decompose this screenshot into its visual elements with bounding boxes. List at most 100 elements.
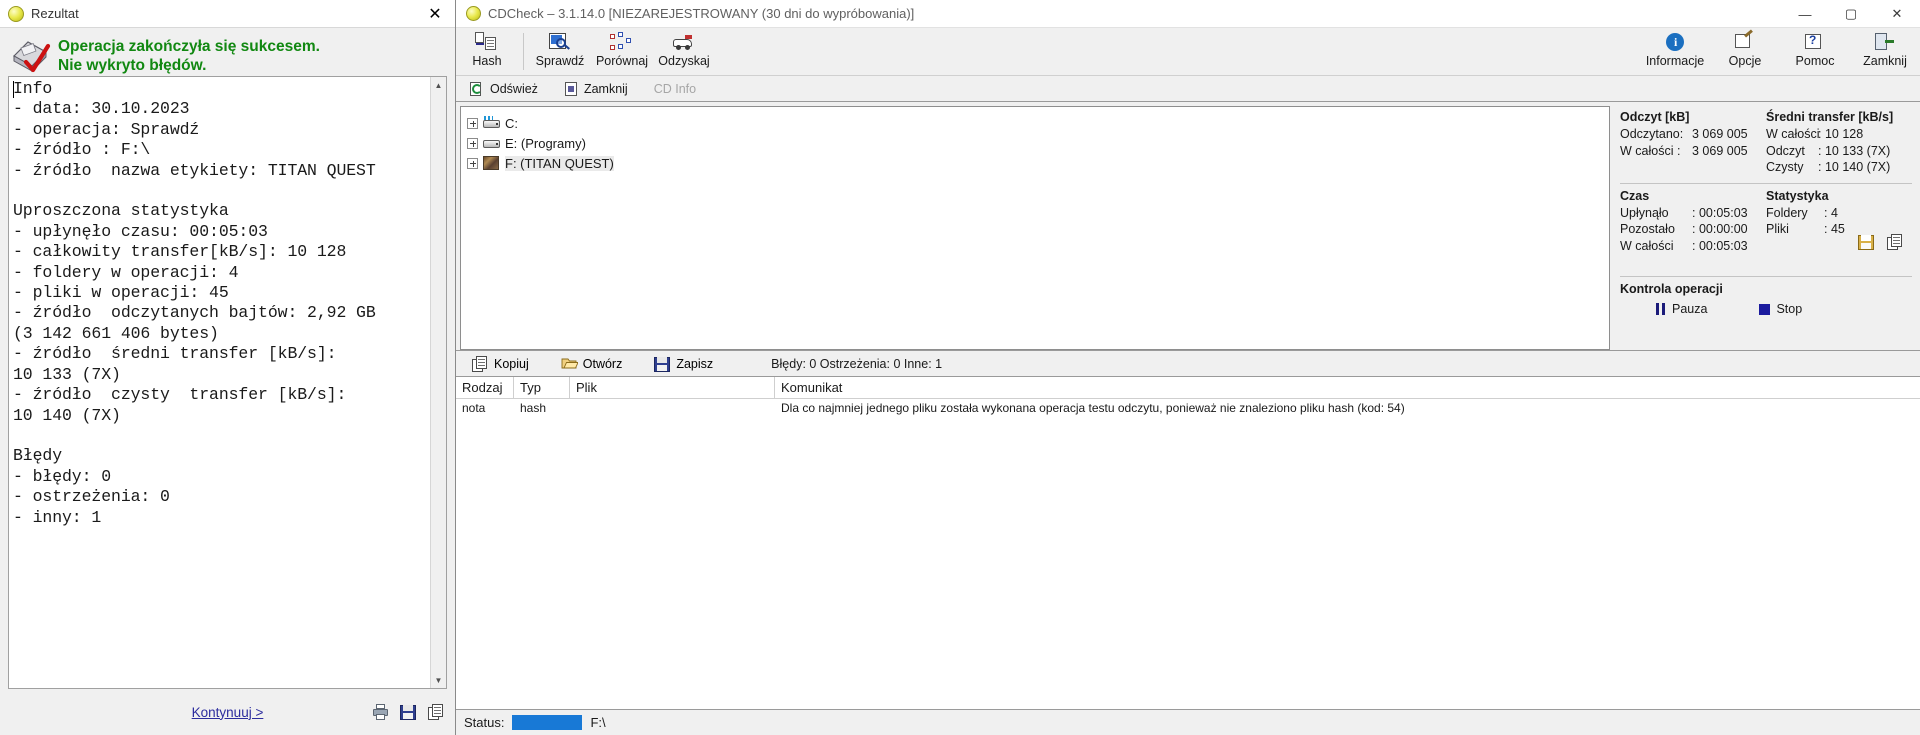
options-button[interactable]: Opcje [1710, 28, 1780, 76]
result-window-titlebar: Rezultat ✕ [0, 0, 455, 28]
scroll-up-icon[interactable]: ▲ [431, 77, 447, 93]
close-icon[interactable]: ✕ [1874, 0, 1920, 28]
result-text-scrollbar[interactable]: ▲ ▼ [430, 77, 446, 688]
cd-info-button[interactable]: CD Info [654, 82, 696, 96]
pause-button-label: Pauza [1672, 302, 1708, 316]
stop-button-label: Stop [1776, 302, 1803, 316]
refresh-button[interactable]: Odśwież [470, 81, 538, 96]
read-stats-value: 3 069 005 [1692, 143, 1748, 158]
help-button-label: Pomoc [1795, 54, 1835, 68]
close-tray-button[interactable]: Zamknij [564, 81, 628, 96]
transfer-stats-header: Średni transfer [kB/s] [1766, 110, 1894, 124]
result-footer-icons [372, 704, 445, 720]
column-header-rodzaj[interactable]: Rodzaj [456, 377, 514, 398]
recover-button[interactable]: Odzyskaj [653, 28, 715, 75]
time-stats: Czas Upłynąło : 00:05:03 Pozostało : 00:… [1620, 189, 1766, 255]
log-table-header: Rodzaj Typ Plik Komunikat [456, 377, 1920, 399]
main-toolbar: Hash Sprawdź Porównaj Odzyskaj i Informa… [456, 28, 1920, 76]
cdcheck-titlebar: CDCheck – 3.1.14.0 [NIEZAREJESTROWANY (3… [456, 0, 1920, 28]
text-caret [13, 81, 14, 98]
log-toolbar: Kopiuj Otwórz Zapisz Błędy: 0 Ostrzeżeni… [456, 350, 1920, 376]
ambulance-icon [672, 32, 696, 53]
expand-icon[interactable] [467, 137, 478, 149]
log-copy-button[interactable]: Kopiuj [472, 355, 529, 372]
transfer-stats-row: W całości : 10 128 [1766, 126, 1912, 143]
stop-button[interactable]: Stop [1759, 302, 1802, 316]
scroll-down-icon[interactable]: ▼ [431, 672, 447, 688]
hdd-icon [483, 136, 500, 150]
result-footer: Kontynuuj > [0, 689, 455, 735]
time-stats-value: : 00:00:00 [1692, 222, 1748, 236]
column-header-plik[interactable]: Plik [570, 377, 775, 398]
cd-image-icon [483, 156, 500, 170]
file-stats-row: Foldery : 4 [1766, 205, 1912, 222]
cdcheck-window-title: CDCheck – 3.1.14.0 [NIEZAREJESTROWANY (3… [488, 6, 915, 21]
eject-close-icon [564, 81, 579, 96]
time-stats-header: Czas [1620, 188, 1650, 203]
table-row[interactable]: nota hash Dla co najmniej jednego pliku … [456, 399, 1920, 418]
check-button-label: Sprawdź [535, 54, 585, 68]
maximize-icon[interactable]: ▢ [1828, 0, 1874, 28]
tree-item-e[interactable]: E: (Programy) [467, 133, 1609, 153]
control-header: Kontrola operacji [1620, 282, 1723, 296]
read-stats-row: Odczytano: 3 069 005 [1620, 126, 1766, 143]
save-icon[interactable] [400, 704, 417, 720]
hash-button-label: Hash [472, 54, 502, 68]
help-question-icon: ? [1803, 32, 1827, 53]
copy-icon[interactable] [428, 704, 445, 720]
log-copy-button-label: Kopiuj [494, 356, 529, 371]
status-bar: Status: F:\ [456, 709, 1920, 735]
info-circle-icon: i [1663, 32, 1687, 53]
print-icon[interactable] [372, 704, 389, 720]
tree-item-e-label: E: (Programy) [505, 135, 586, 151]
result-report-text[interactable]: Info - data: 30.10.2023 - operacja: Spra… [9, 77, 430, 688]
read-stats-key: W całości : [1620, 143, 1681, 158]
result-window: Rezultat ✕ Operacja zakończyła się sukce… [0, 0, 456, 735]
transfer-stats-key: Czysty [1766, 160, 1804, 174]
progress-bar [512, 715, 583, 730]
options-pencil-icon [1733, 29, 1757, 53]
refresh-button-label: Odśwież [490, 81, 538, 96]
minimize-icon[interactable]: — [1782, 0, 1828, 28]
copy-report-icon[interactable] [1887, 234, 1904, 250]
compare-nodes-icon [610, 32, 634, 53]
folder-open-icon [561, 356, 579, 372]
hash-button[interactable]: Hash [456, 28, 518, 75]
transfer-stats-key: Odczyt [1766, 143, 1805, 158]
help-button[interactable]: ? Pomoc [1780, 28, 1850, 76]
control-buttons: Pauza Stop [1620, 302, 1912, 316]
expand-icon[interactable] [467, 157, 478, 169]
transfer-stats-value: : 10 133 (7X) [1818, 143, 1891, 158]
stop-icon [1759, 303, 1771, 315]
log-table: Rodzaj Typ Plik Komunikat nota hash Dla … [456, 376, 1920, 709]
result-window-title: Rezultat [31, 6, 79, 21]
result-banner-text: Operacja zakończyła się sukcesem. Nie wy… [58, 37, 320, 75]
recover-button-label: Odzyskaj [658, 54, 710, 68]
close-icon[interactable]: ✕ [425, 4, 445, 24]
drive-tree[interactable]: C: E: (Programy) F: (TITAN QUEST) [460, 106, 1610, 350]
time-stats-value: : 00:05:03 [1692, 205, 1748, 220]
compare-button[interactable]: Porównaj [591, 28, 653, 75]
stats-divider [1620, 182, 1912, 184]
check-button[interactable]: Sprawdź [529, 28, 591, 75]
toolbar-divider [523, 33, 524, 70]
magnifier-check-icon [548, 32, 572, 53]
pause-button[interactable]: Pauza [1656, 302, 1707, 316]
expand-icon[interactable] [467, 117, 478, 129]
log-save-button[interactable]: Zapisz [654, 356, 713, 372]
stats-divider [1620, 276, 1912, 277]
tree-item-f-label: F: (TITAN QUEST) [505, 155, 614, 171]
tree-item-c[interactable]: C: [467, 113, 1609, 133]
log-open-button[interactable]: Otwórz [561, 356, 622, 372]
save-report-icon[interactable] [1858, 234, 1875, 250]
status-path: F:\ [590, 715, 606, 730]
column-header-typ[interactable]: Typ [514, 377, 570, 398]
file-stats-key: Foldery [1766, 205, 1808, 220]
cd-info-button-label: CD Info [653, 81, 697, 96]
info-button[interactable]: i Informacje [1640, 28, 1710, 76]
cell-rodzaj: nota [462, 401, 486, 415]
column-header-komunikat[interactable]: Komunikat [775, 377, 1920, 398]
cell-plik [570, 399, 775, 418]
tree-item-f[interactable]: F: (TITAN QUEST) [467, 153, 1609, 173]
exit-button[interactable]: Zamknij [1850, 28, 1920, 76]
